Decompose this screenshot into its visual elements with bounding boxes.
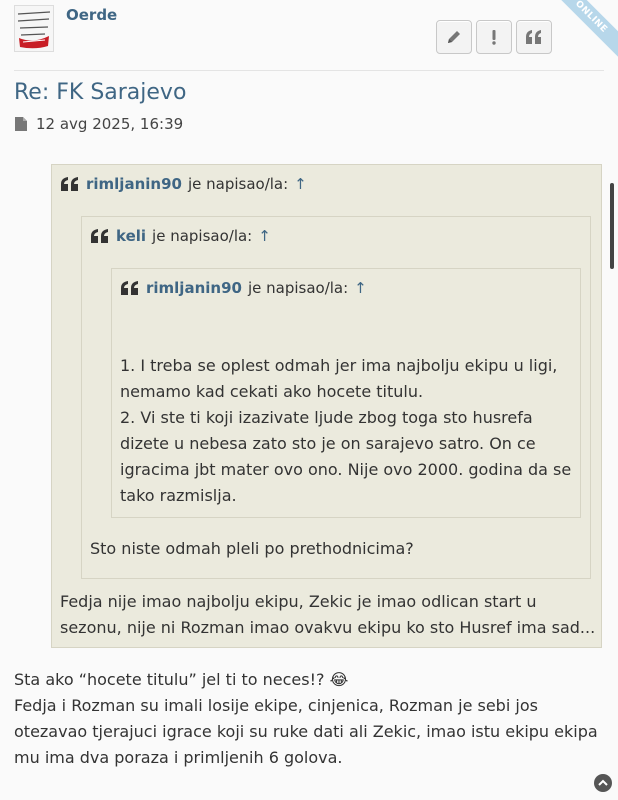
- quote-icon: [121, 281, 138, 295]
- post-content: Sta ako “hocete titulu” jel ti to neces!…: [14, 667, 604, 771]
- quote-wrote: je napisao/la:: [247, 279, 349, 297]
- scrollbar[interactable]: [610, 183, 614, 269]
- quote-author[interactable]: rimljanin90: [86, 175, 182, 193]
- quote-middle-text: Sto niste odmah pleli po prethodnicima?: [90, 539, 414, 558]
- quote-author[interactable]: keli: [116, 227, 146, 245]
- reply-line2: Fedja i Rozman su imali losije ekipe, ci…: [14, 696, 598, 767]
- quote-icon: [526, 30, 541, 44]
- quote-icon: [61, 177, 78, 191]
- reply-line1-text: Sta ako “hocete titulu” jel ti to neces!…: [14, 670, 325, 689]
- reply-line1: Sta ako “hocete titulu” jel ti to neces!…: [14, 667, 604, 693]
- quote-jump-link[interactable]: ↑: [258, 227, 271, 245]
- quote-author[interactable]: rimljanin90: [146, 279, 242, 297]
- post-buttons: [436, 20, 552, 54]
- quote-wrote: je napisao/la:: [152, 227, 253, 245]
- post-author[interactable]: Oerde: [66, 6, 117, 24]
- online-badge: ONLINE: [545, 0, 618, 63]
- pencil-icon: [448, 31, 460, 43]
- quote-inner-text: 1. I treba se oplest odmah jer ima najbo…: [120, 353, 575, 509]
- scroll-to-top-button[interactable]: [594, 774, 612, 792]
- chevron-up-icon: [598, 779, 608, 786]
- quote-jump-link[interactable]: ↑: [294, 175, 307, 193]
- quote-outer-header: rimljanin90 je napisao/la: ↑: [60, 175, 307, 193]
- laughing-emoji-icon: 😂: [329, 670, 349, 689]
- post-title[interactable]: Re: FK Sarajevo: [14, 80, 186, 105]
- quote-inner: rimljanin90 je napisao/la: ↑ 1. I treba …: [111, 268, 581, 518]
- quote-outer-text: Fedja nije imao najbolju ekipu, Zekic je…: [60, 592, 596, 637]
- quote-button[interactable]: [516, 20, 552, 54]
- exclamation-icon: [492, 30, 496, 45]
- post-meta: 12 avg 2025, 16:39: [14, 115, 183, 133]
- quote-icon: [91, 229, 108, 243]
- report-button[interactable]: [476, 20, 512, 54]
- quote-middle-header: keli je napisao/la: ↑: [90, 227, 271, 245]
- post-date: 12 avg 2025, 16:39: [36, 115, 184, 133]
- quote-inner-line2: 2. Vi ste ti koji izazivate ljude zbog t…: [120, 408, 572, 505]
- quote-inner-line1: 1. I treba se oplest odmah jer ima najbo…: [120, 356, 558, 401]
- quote-wrote: je napisao/la:: [187, 175, 289, 193]
- edit-button[interactable]: [436, 20, 472, 54]
- separator: [14, 70, 604, 71]
- document-icon: [15, 117, 27, 131]
- quote-inner-header: rimljanin90 je napisao/la: ↑: [120, 279, 367, 297]
- quote-jump-link[interactable]: ↑: [354, 279, 367, 297]
- avatar[interactable]: [14, 5, 54, 52]
